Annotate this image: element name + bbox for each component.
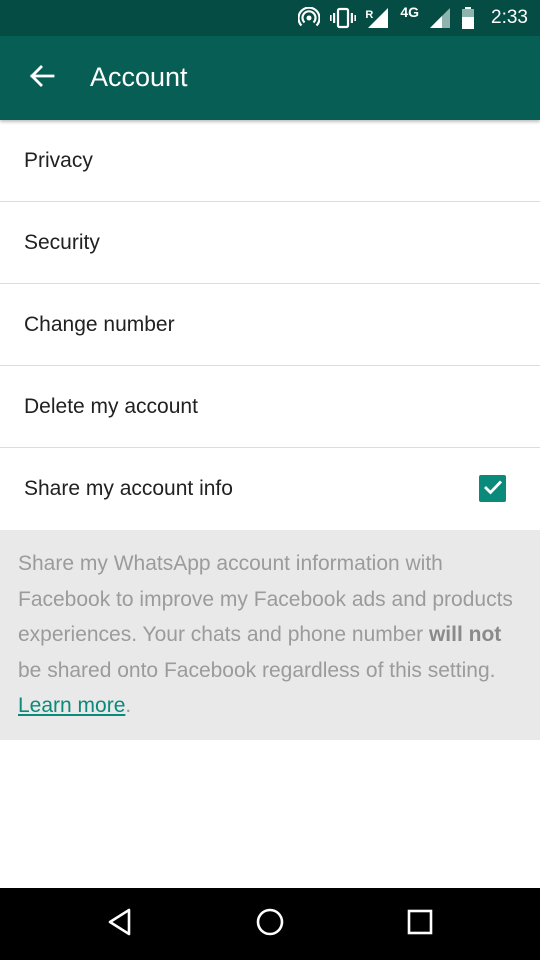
list-item-label: Security [24, 230, 100, 254]
list-item-label: Privacy [24, 148, 93, 172]
vibrate-icon [330, 7, 357, 29]
arrow-back-icon [29, 64, 55, 92]
screen: R 4G 2:33 Account Privacy Security Chang… [0, 0, 540, 960]
share-info-description: Share my WhatsApp account information wi… [0, 530, 540, 740]
nav-home-button[interactable] [252, 906, 288, 942]
share-info-checkbox[interactable] [479, 475, 506, 502]
list-item-change-number[interactable]: Change number [0, 284, 540, 366]
battery-icon [461, 7, 475, 29]
list-item-label: Change number [24, 312, 175, 336]
list-item-share-account-info[interactable]: Share my account info [0, 448, 540, 529]
list-item-label: Delete my account [24, 394, 198, 418]
signal-roaming-icon: R [365, 7, 390, 29]
settings-list: Privacy Security Change number Delete my… [0, 120, 540, 529]
home-circle-icon [255, 907, 285, 941]
status-bar: R 4G 2:33 [0, 0, 540, 36]
app-bar: Account [0, 36, 540, 120]
back-button[interactable] [22, 58, 62, 98]
nav-recents-button[interactable] [402, 906, 438, 942]
signal-icon [429, 7, 451, 29]
network-type: 4G [400, 4, 420, 20]
list-item-delete-account[interactable]: Delete my account [0, 366, 540, 448]
status-time: 2:33 [491, 7, 528, 28]
info-text-end: . [125, 694, 132, 717]
info-text-bold: will not [428, 623, 502, 646]
list-item-label: Share my account info [24, 476, 233, 500]
roaming-label: R [365, 9, 374, 21]
back-triangle-icon [107, 908, 133, 940]
navigation-bar [0, 888, 540, 960]
learn-more-link[interactable]: Learn more [18, 694, 125, 717]
check-icon [483, 479, 503, 499]
hotspot-icon [298, 7, 321, 29]
recents-square-icon [407, 909, 433, 939]
page-title: Account [90, 62, 188, 92]
info-text: Share my WhatsApp account information wi… [18, 546, 523, 724]
nav-back-button[interactable] [102, 906, 138, 942]
info-text-part: be shared onto Facebook regardless of th… [18, 658, 496, 682]
list-item-security[interactable]: Security [0, 202, 540, 284]
list-item-privacy[interactable]: Privacy [0, 120, 540, 202]
